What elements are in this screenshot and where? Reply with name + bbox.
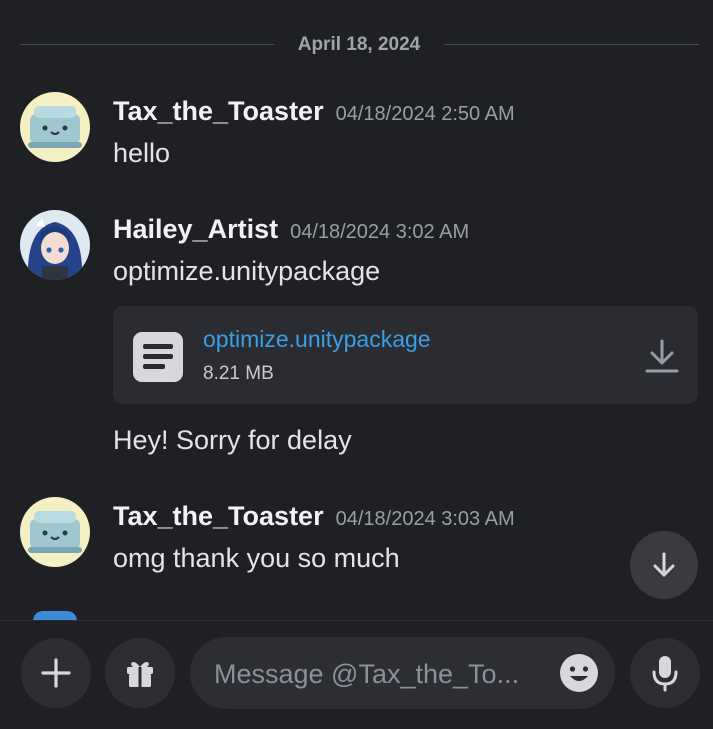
- timestamp: 04/18/2024 2:50 AM: [335, 103, 515, 125]
- timestamp: 04/18/2024 3:02 AM: [290, 221, 470, 243]
- gift-icon: [127, 661, 153, 687]
- date-divider: April 18, 2024: [20, 30, 699, 60]
- divider-line-right: [444, 44, 699, 45]
- message-header: Hailey_Artist 04/18/2024 3:02 AM: [113, 214, 469, 245]
- gift-button[interactable]: [105, 638, 175, 708]
- attachment-file-size: 8.21 MB: [203, 363, 274, 384]
- file-attachment[interactable]: optimize.unitypackage 8.21 MB: [113, 306, 698, 404]
- username[interactable]: Hailey_Artist: [113, 214, 278, 244]
- timestamp: 04/18/2024 3:03 AM: [335, 508, 515, 530]
- username[interactable]: Tax_the_Toaster: [113, 96, 324, 126]
- message-text: Hey! Sorry for delay: [113, 425, 352, 455]
- message-header: Tax_the_Toaster 04/18/2024 2:50 AM: [113, 96, 515, 127]
- document-icon: [131, 330, 185, 389]
- divider-date: April 18, 2024: [297, 34, 421, 55]
- attachment-file-name[interactable]: optimize.unitypackage: [203, 326, 431, 353]
- plus-icon: [41, 658, 71, 688]
- message-composer: [0, 620, 713, 729]
- message-text: omg thank you so much: [113, 543, 400, 573]
- anime-girl-avatar-icon[interactable]: [20, 210, 90, 280]
- emoji-icon[interactable]: [559, 653, 599, 693]
- message-header: Tax_the_Toaster 04/18/2024 3:03 AM: [113, 501, 515, 532]
- divider-line-left: [20, 44, 274, 45]
- message-text: optimize.unitypackage: [113, 256, 381, 286]
- download-icon[interactable]: [644, 338, 680, 379]
- voice-message-button[interactable]: [630, 638, 700, 708]
- scroll-to-bottom-button[interactable]: [630, 531, 698, 599]
- arrow-down-icon: [653, 552, 675, 577]
- message-input[interactable]: [212, 637, 546, 711]
- toaster-avatar-icon[interactable]: [20, 497, 90, 567]
- message-text: hello: [113, 138, 171, 168]
- microphone-icon: [652, 656, 678, 692]
- toaster-avatar-icon[interactable]: [20, 92, 90, 162]
- username[interactable]: Tax_the_Toaster: [113, 501, 324, 531]
- add-attachment-button[interactable]: [21, 638, 91, 708]
- message-input-container: [190, 637, 615, 711]
